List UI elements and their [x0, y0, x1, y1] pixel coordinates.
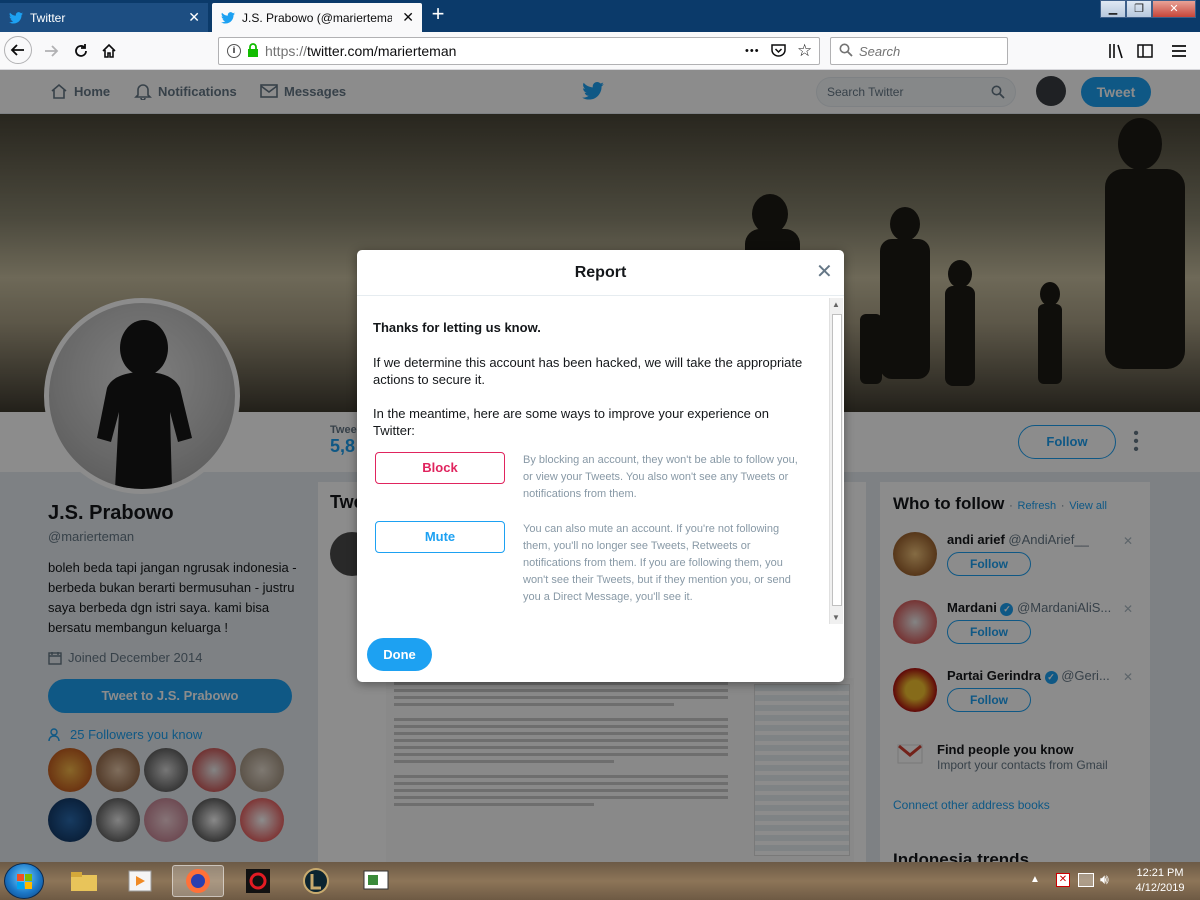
search-icon — [839, 43, 853, 60]
tab-title: J.S. Prabowo (@marierteman) | — [242, 10, 392, 25]
windows-taskbar: ▲ ✕ 🔊︎ 12:21 PM 4/12/2019 — [0, 862, 1200, 900]
tab-close-icon[interactable]: ✕ — [188, 9, 200, 25]
lock-icon — [247, 42, 259, 60]
close-icon[interactable]: ✕ — [816, 262, 833, 282]
scroll-down-icon[interactable]: ▼ — [832, 613, 840, 622]
scroll-up-icon[interactable]: ▲ — [832, 300, 840, 309]
minimize-button[interactable]: ▁ — [1100, 0, 1126, 18]
library-icon[interactable] — [1104, 38, 1130, 64]
dialog-body: Thanks for letting us know. If we determ… — [373, 296, 828, 624]
page-actions-menu[interactable]: ••• — [745, 45, 760, 57]
windows-logo-icon — [17, 874, 32, 889]
file-explorer-icon[interactable] — [58, 865, 110, 897]
start-button[interactable] — [4, 863, 44, 899]
league-of-legends-icon[interactable] — [290, 865, 342, 897]
tab-twitter[interactable]: Twitter ✕ — [0, 3, 208, 32]
forward-icon[interactable] — [38, 38, 64, 64]
clock-time: 12:21 PM — [1136, 867, 1184, 879]
tab-close-icon[interactable]: ✕ — [402, 9, 414, 25]
tab-profile[interactable]: J.S. Prabowo (@marierteman) | ✕ — [212, 3, 422, 32]
hacked-message: If we determine this account has been ha… — [373, 355, 803, 387]
tray-expand-icon[interactable]: ▲ — [1030, 874, 1040, 885]
browser-toolbar: i https://twitter.com/marierteman ••• ☆ … — [0, 32, 1200, 70]
system-clock[interactable]: 12:21 PM 4/12/2019 — [1130, 866, 1190, 896]
home-icon[interactable] — [96, 38, 122, 64]
url-scheme: https:// — [265, 43, 308, 59]
pocket-icon[interactable] — [771, 43, 786, 60]
window-close-button[interactable]: ✕ — [1152, 0, 1196, 18]
garena-icon[interactable] — [232, 865, 284, 897]
dialog-header: Report ✕ — [357, 250, 844, 296]
maximize-button[interactable]: ❐ — [1126, 0, 1152, 18]
system-tray: ▲ ✕ 🔊︎ 12:21 PM 4/12/2019 — [1030, 862, 1200, 900]
network-icon[interactable] — [1078, 873, 1094, 887]
url-host: twitter.com/marierteman — [307, 43, 457, 59]
mute-button[interactable]: Mute — [375, 521, 505, 553]
firefox-icon[interactable] — [172, 865, 224, 897]
new-tab-button[interactable]: + — [428, 3, 448, 25]
back-icon[interactable] — [4, 36, 32, 64]
improve-message: In the meantime, here are some ways to i… — [373, 406, 769, 438]
star-icon[interactable]: ☆ — [797, 42, 812, 59]
twitter-bird-icon — [220, 10, 236, 26]
block-description: By blocking an account, they won't be ab… — [523, 454, 798, 500]
done-button[interactable]: Done — [367, 638, 432, 671]
sidebar-icon[interactable] — [1132, 38, 1158, 64]
hamburger-icon[interactable] — [1166, 38, 1192, 64]
browser-tab-bar: Twitter ✕ J.S. Prabowo (@marierteman) | … — [0, 0, 1200, 32]
tab-title: Twitter — [30, 10, 66, 25]
dialog-title: Report — [574, 264, 627, 281]
twitter-bird-icon — [8, 10, 24, 26]
browser-search-placeholder: Search — [859, 43, 901, 59]
media-player-icon[interactable] — [114, 865, 166, 897]
info-icon[interactable]: i — [227, 44, 241, 58]
report-dialog: Report ✕ Thanks for letting us know. If … — [357, 250, 844, 682]
block-button[interactable]: Block — [375, 452, 505, 484]
dialog-scrollbar[interactable]: ▲ ▼ — [829, 298, 843, 624]
remote-desktop-icon[interactable] — [350, 865, 402, 897]
action-center-icon[interactable]: ✕ — [1056, 873, 1070, 887]
url-bar[interactable]: i https://twitter.com/marierteman ••• ☆ — [218, 37, 820, 65]
reload-icon[interactable] — [68, 38, 94, 64]
mute-description: You can also mute an account. If you're … — [523, 523, 791, 603]
scrollbar-thumb[interactable] — [832, 314, 842, 606]
volume-icon[interactable]: 🔊︎ — [1100, 871, 1109, 888]
clock-date: 4/12/2019 — [1135, 882, 1185, 894]
thanks-heading: Thanks for letting us know. — [373, 320, 541, 335]
browser-search-field[interactable]: Search — [830, 37, 1008, 65]
